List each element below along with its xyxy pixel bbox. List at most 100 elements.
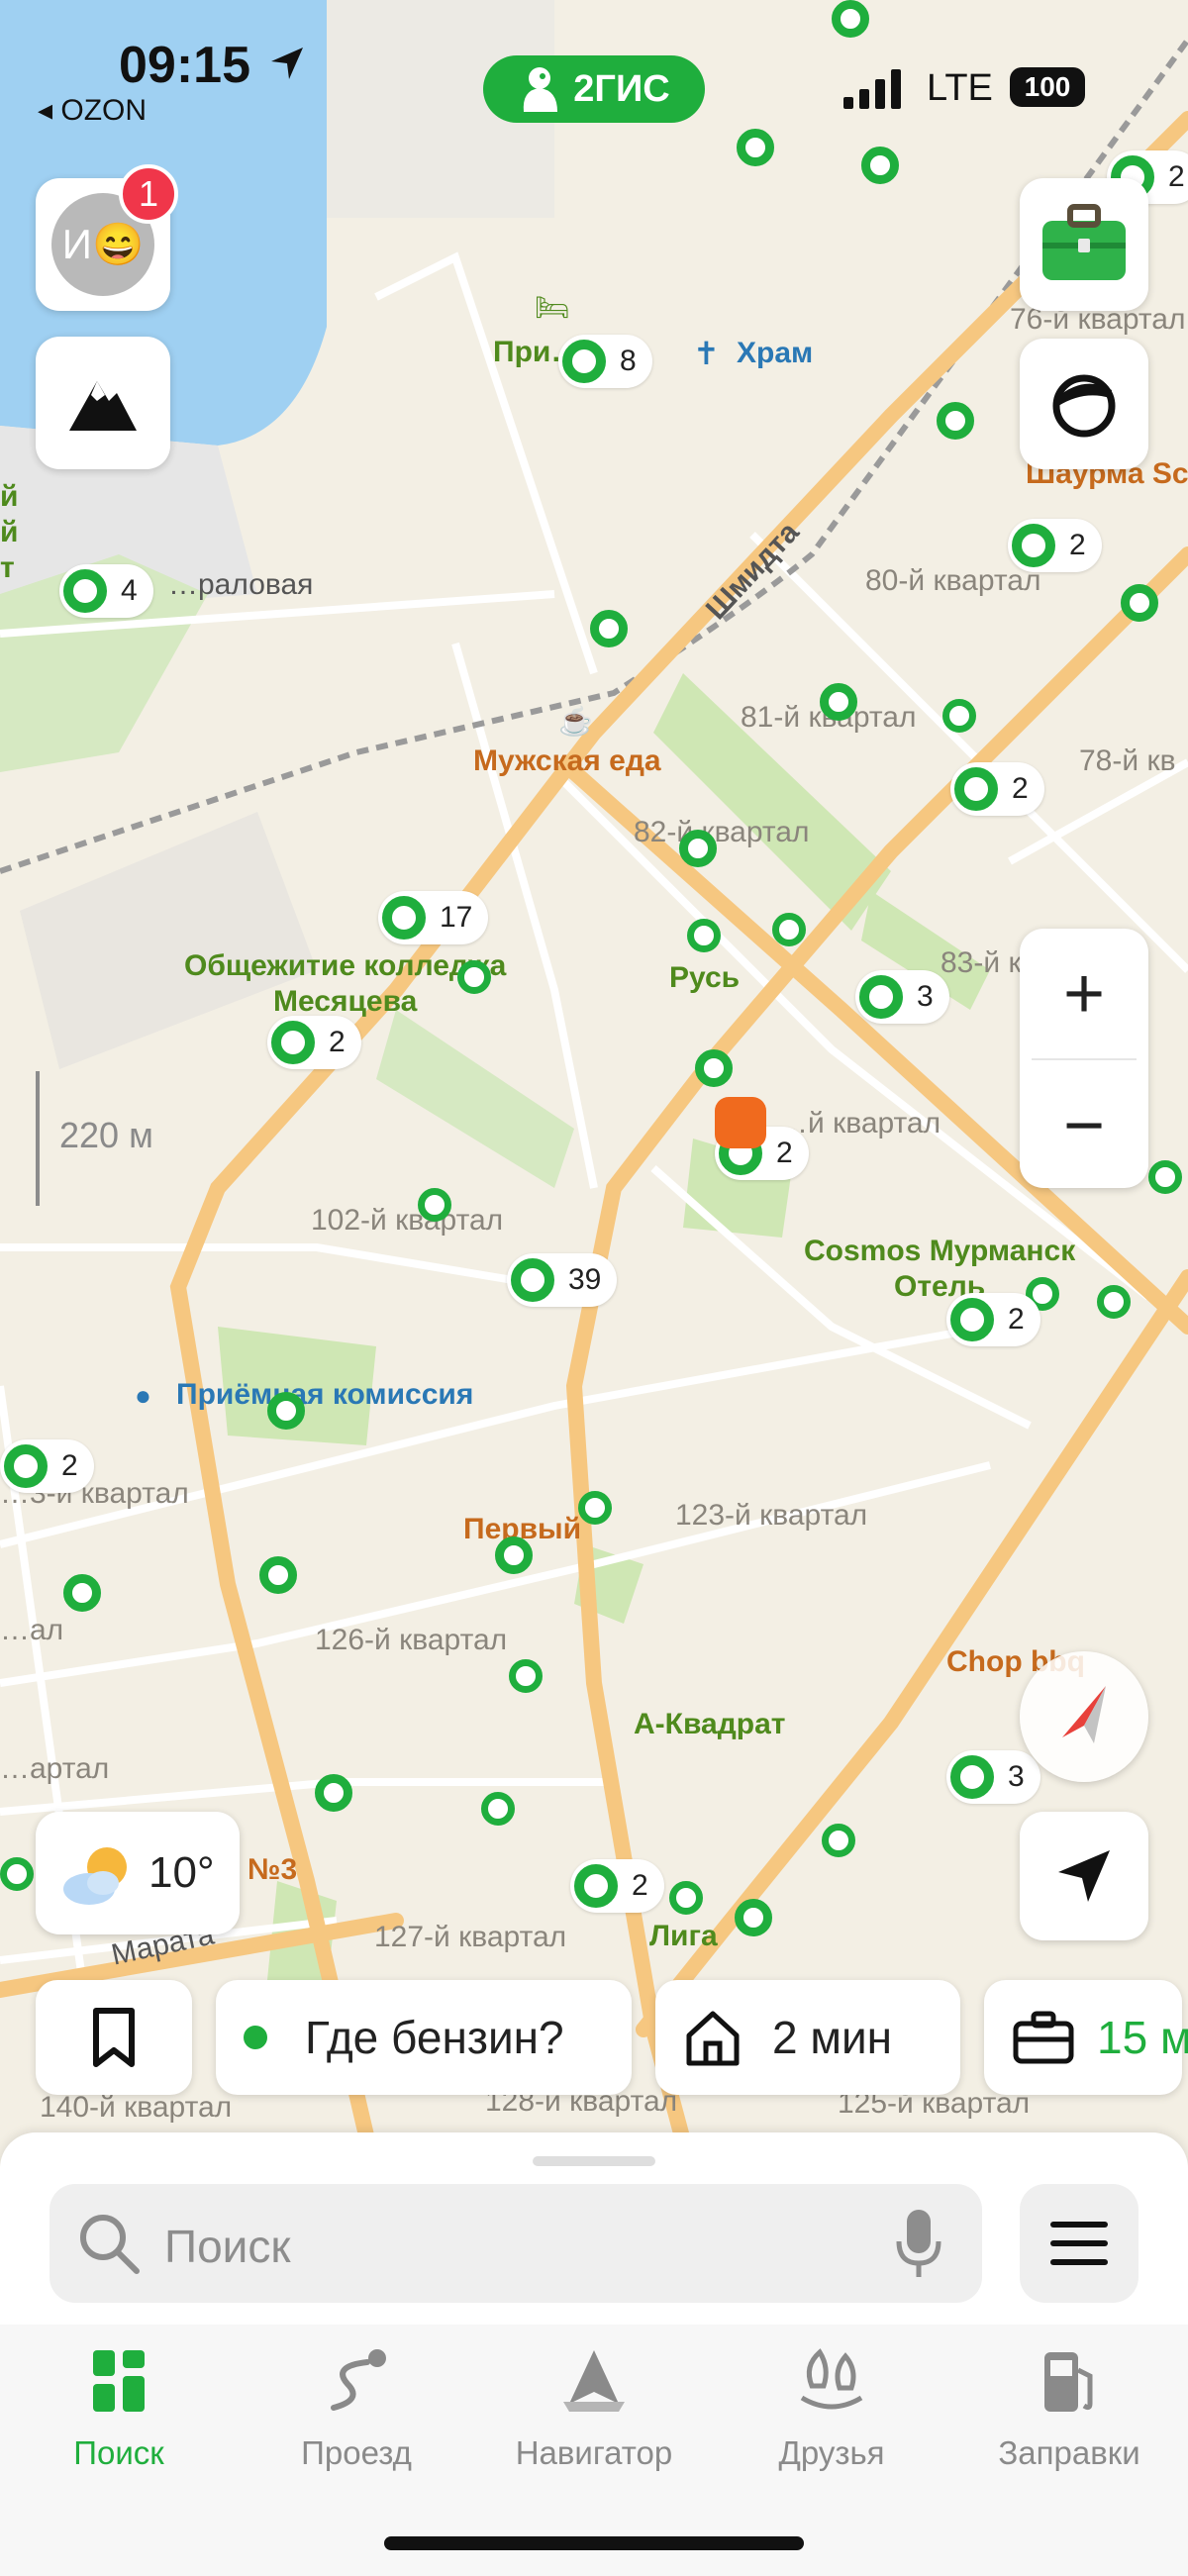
tab-navigator[interactable]: Навигатор	[475, 2346, 713, 2472]
map-marker[interactable]	[315, 1774, 352, 1812]
clock: 09:15	[119, 37, 250, 94]
map-cluster[interactable]: 8	[558, 335, 652, 388]
map-marker[interactable]	[861, 147, 899, 184]
cluster-count: 2	[1012, 772, 1029, 805]
place-akvadrat[interactable]: А-Квадрат	[634, 1707, 785, 1742]
place-left-edge: й й т	[0, 480, 19, 584]
notification-badge: 1	[119, 164, 178, 224]
my-location-button[interactable]	[1020, 1812, 1148, 1940]
place-no3[interactable]: №3	[248, 1853, 297, 1887]
map-cluster[interactable]: 2	[1008, 519, 1102, 572]
map-cluster[interactable]: 3	[946, 1750, 1040, 1804]
map-cluster[interactable]: 2	[0, 1439, 94, 1493]
map-cluster[interactable]: 4	[59, 564, 153, 618]
brand-pill[interactable]: 2ГИС	[483, 55, 705, 123]
cluster-count: 3	[1008, 1760, 1025, 1793]
map-cluster[interactable]: 3	[855, 970, 949, 1024]
map-marker[interactable]	[1121, 584, 1158, 622]
briefcase-icon	[1042, 204, 1126, 280]
map-marker[interactable]	[822, 1824, 855, 1857]
map-marker[interactable]	[942, 699, 976, 733]
zoom-out-button[interactable]: −	[1020, 1060, 1148, 1190]
zoom-in-button[interactable]: +	[1020, 929, 1148, 1058]
sticker-button[interactable]	[1020, 339, 1148, 469]
tab-fuel[interactable]: Заправки	[950, 2346, 1188, 2472]
compass-icon	[1062, 1686, 1106, 1743]
place-temple[interactable]: Храм	[737, 337, 813, 370]
place-male-food[interactable]: Мужская еда	[473, 744, 661, 778]
work-chip[interactable]: 15 м	[984, 1980, 1188, 2095]
sheet-grabber[interactable]	[533, 2156, 655, 2166]
map-marker[interactable]	[820, 683, 857, 721]
compass-button[interactable]	[1020, 1651, 1148, 1782]
tab-friends[interactable]: Друзья	[713, 2346, 950, 2472]
map-marker[interactable]	[481, 1792, 515, 1826]
tab-search[interactable]: Поиск	[0, 2346, 238, 2472]
map-marker[interactable]	[590, 610, 628, 647]
map-marker[interactable]	[267, 1392, 305, 1430]
map-cluster[interactable]: 2	[570, 1859, 664, 1913]
cafe-icon: ☕	[558, 706, 593, 737]
map-marker[interactable]	[772, 913, 806, 946]
minus-icon: −	[1062, 1085, 1106, 1165]
search-input[interactable]: Поиск	[50, 2184, 982, 2303]
home-indicator	[384, 2536, 804, 2550]
navigator-icon	[563, 2350, 625, 2412]
location-arrow-status-icon	[271, 48, 303, 79]
weather-widget[interactable]: 10°	[36, 1812, 240, 1934]
map-marker[interactable]	[578, 1491, 612, 1525]
map-marker[interactable]	[1097, 1285, 1131, 1319]
map-cluster[interactable]: 17	[378, 891, 489, 944]
tab-route[interactable]: Проезд	[238, 2346, 475, 2472]
map-marker[interactable]	[1148, 1160, 1182, 1194]
menu-button[interactable]	[1020, 2184, 1138, 2303]
cross-icon: ✝	[693, 336, 720, 371]
map-marker[interactable]	[687, 919, 721, 952]
cluster-count: 2	[61, 1449, 78, 1482]
map-marker[interactable]	[669, 1881, 703, 1915]
home-chip-label: 2 мин	[772, 2012, 893, 2063]
map-marker[interactable]	[63, 1574, 101, 1612]
duck-logo-icon	[524, 67, 558, 112]
home-chip[interactable]: 2 мин	[655, 1980, 960, 2095]
map-marker[interactable]	[937, 402, 974, 440]
briefcase-marker-icon[interactable]	[715, 1097, 766, 1148]
work-button[interactable]	[1020, 178, 1148, 311]
map-marker[interactable]	[259, 1556, 297, 1594]
map-cluster[interactable]: 39	[507, 1253, 618, 1307]
map-cluster[interactable]: 2	[950, 762, 1044, 816]
microphone-icon[interactable]	[893, 2208, 944, 2279]
search-icon	[80, 2215, 140, 2274]
place-admissions[interactable]: Приёмная комиссия	[176, 1378, 473, 1412]
map-marker[interactable]	[679, 830, 717, 867]
layers-button[interactable]	[36, 337, 170, 469]
map-cluster[interactable]: 2	[946, 1293, 1040, 1346]
map-marker[interactable]	[509, 1659, 543, 1693]
bookmarks-chip[interactable]	[36, 1980, 192, 2095]
map-marker[interactable]	[495, 1536, 533, 1574]
quarter-label: 102-й квартал	[311, 1204, 504, 1237]
map-marker[interactable]	[0, 1857, 34, 1891]
place-rus[interactable]: Русь	[669, 960, 740, 996]
search-placeholder: Поиск	[164, 2221, 291, 2272]
map-marker[interactable]	[457, 960, 491, 994]
quarter-label: …артал	[0, 1752, 110, 1785]
quarter-label: 78-й кв	[1079, 744, 1176, 777]
signal-icon	[843, 69, 901, 109]
tab-label: Поиск	[73, 2434, 164, 2471]
map-marker[interactable]	[695, 1049, 733, 1087]
cluster-count: 4	[121, 574, 138, 607]
brand-name: 2ГИС	[573, 67, 670, 110]
place-liga[interactable]: Лига	[649, 1919, 718, 1954]
cluster-count: 2	[1168, 160, 1185, 193]
cluster-count: 39	[568, 1263, 602, 1296]
terrain-icon	[69, 381, 137, 431]
map-marker[interactable]	[418, 1188, 451, 1222]
fuel-chip[interactable]: Где бензин?	[216, 1980, 632, 2095]
cluster-count: 17	[440, 901, 473, 934]
map-marker[interactable]	[735, 1899, 772, 1936]
cluster-dot	[382, 896, 426, 940]
back-to-app[interactable]: ◂ OZON	[38, 93, 147, 128]
map-cluster[interactable]: 2	[267, 1016, 361, 1069]
cluster-dot	[954, 767, 998, 811]
